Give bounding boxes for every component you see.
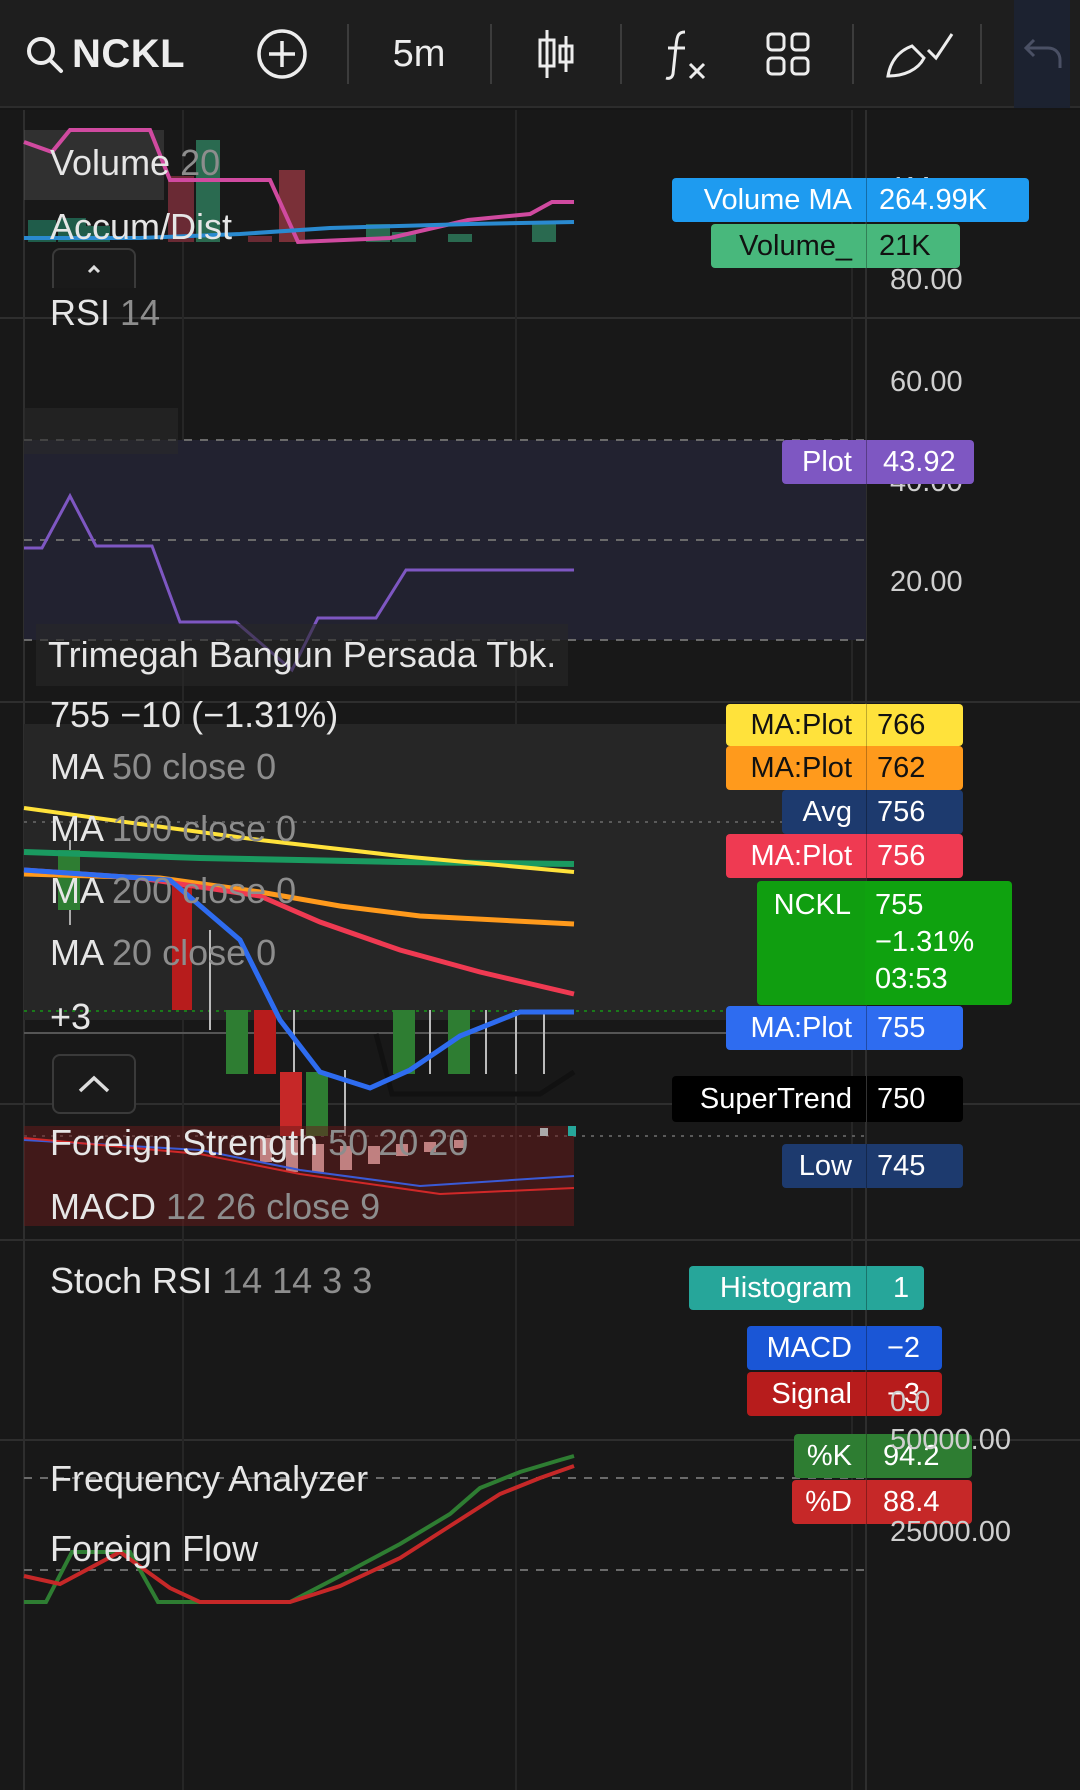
toolbar-divider	[347, 24, 349, 84]
chevron-up-icon	[78, 1075, 110, 1093]
last-price-tag: NCKL 755 −1.31% 03:53	[757, 881, 1012, 1005]
indicators-fx-icon	[665, 30, 706, 80]
candlestick-icon	[538, 30, 574, 78]
low-tag: Low 745	[782, 1144, 963, 1188]
collapse-legend-button[interactable]	[52, 1054, 136, 1114]
top-toolbar: NCKL 5m	[0, 0, 1080, 108]
foreign-flow-legend[interactable]: Foreign Flow	[50, 1528, 258, 1570]
collapse-volume-button[interactable]	[52, 248, 136, 288]
toolbar-divider	[980, 24, 982, 84]
rsi-plot-tag: Plot 43.92	[782, 440, 974, 484]
ma-50-legend[interactable]: MA 50 close 0	[50, 746, 276, 788]
rsi-legend[interactable]: RSI 14	[50, 292, 160, 334]
rsi-axis-80: 80.00	[890, 264, 963, 296]
stoch-axis-0: 0.0	[890, 1386, 931, 1418]
last-price-symbol: NCKL	[757, 881, 865, 1005]
interval-button[interactable]: 5m	[384, 0, 454, 108]
drawing-brush-icon	[886, 33, 954, 78]
ma-orange-tag: MA:Plot 762	[726, 746, 963, 790]
accum-dist-legend[interactable]: Accum/Dist	[50, 206, 232, 248]
last-price-value: 755	[875, 889, 924, 921]
macd-legend[interactable]: MACD 12 26 close 9	[50, 1186, 380, 1228]
toolbar-divider	[620, 24, 622, 84]
toolbar-divider	[490, 24, 492, 84]
macd-tag: MACD −2	[747, 1326, 942, 1370]
indicators-button[interactable]	[663, 0, 707, 108]
volume-ma-tag: Volume MA 264.99K	[672, 178, 1029, 222]
ma-100-legend[interactable]: MA 100 close 0	[50, 808, 296, 850]
price-quote: 755 −10 (−1.31%)	[50, 694, 339, 735]
frequency-analyzer-legend[interactable]: Frequency Analyzer	[50, 1458, 368, 1500]
symbol-title[interactable]: Trimegah Bangun Persada Tbk.	[36, 624, 569, 686]
symbol-search-button[interactable]: NCKL	[24, 0, 185, 108]
ma-blue-tag: MA:Plot 755	[726, 1006, 963, 1050]
supertrend-tag: SuperTrend 750	[672, 1076, 963, 1122]
avg-tag: Avg 756	[782, 790, 963, 834]
foreign-strength-legend[interactable]: Foreign Strength 50 20 20	[50, 1122, 468, 1164]
last-price-change: −1.31%	[875, 926, 975, 958]
search-icon	[27, 37, 63, 73]
toolbar-divider	[852, 24, 854, 84]
ma-200-legend[interactable]: MA 200 close 0	[50, 870, 296, 912]
ma-red-tag: MA:Plot 756	[726, 834, 963, 878]
chart-type-button[interactable]	[536, 0, 576, 108]
stoch-rsi-legend[interactable]: Stoch RSI 14 14 3 3	[50, 1260, 372, 1302]
undo-button[interactable]	[1014, 0, 1070, 108]
drawing-tools-button[interactable]	[884, 0, 954, 108]
bar-countdown: 03:53	[875, 963, 948, 995]
symbol-name: NCKL	[72, 31, 186, 76]
undo-icon	[1023, 38, 1062, 68]
ma-20-legend[interactable]: MA 20 close 0	[50, 932, 276, 974]
ma-yellow-tag: MA:Plot 766	[726, 704, 963, 746]
volume-tag: Volume_ 21K	[711, 224, 960, 268]
rsi-axis-20: 20.00	[890, 566, 963, 598]
layout-grid-icon	[766, 32, 810, 76]
volume-legend[interactable]: Volume 20	[50, 142, 220, 184]
rsi-axis-60: 60.00	[890, 366, 963, 398]
chevron-up-icon	[87, 264, 101, 274]
histogram-tag: Histogram 1	[689, 1266, 924, 1310]
more-indicators-button[interactable]: +3	[50, 996, 91, 1038]
chart-area[interactable]: Volume 20 Accum/Dist 1M Volume MA264.99K…	[0, 110, 1080, 1790]
freq-axis-25000: 25000.00	[890, 1516, 1011, 1548]
layout-button[interactable]	[766, 0, 810, 108]
compare-symbol-button[interactable]	[252, 0, 312, 108]
freq-axis-50000: 50000.00	[890, 1424, 1011, 1456]
add-circle-icon	[257, 29, 307, 79]
legend-backdrop	[24, 408, 178, 454]
